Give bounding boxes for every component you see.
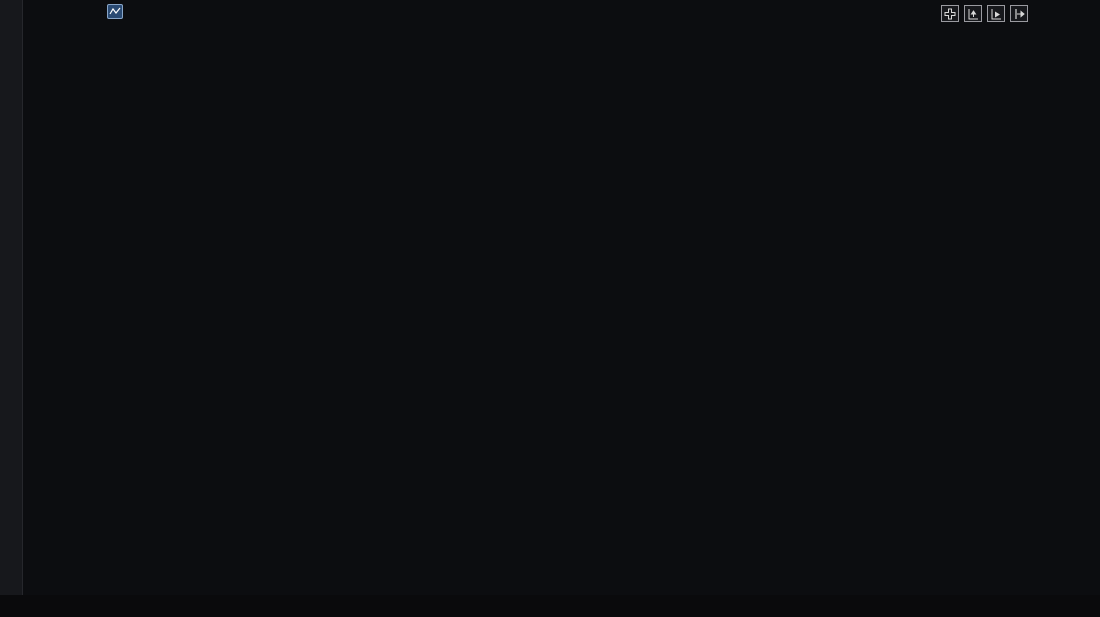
chart-header bbox=[86, 4, 151, 19]
chart-controls bbox=[941, 5, 1028, 22]
indicator-chart-icon[interactable] bbox=[107, 4, 123, 19]
shift-right-icon[interactable] bbox=[1010, 5, 1028, 22]
axis-zoom-up-icon[interactable] bbox=[964, 5, 982, 22]
axis-play-icon[interactable] bbox=[987, 5, 1005, 22]
indicator-toolbar bbox=[0, 595, 1100, 617]
crosshair-icon[interactable] bbox=[941, 5, 959, 22]
chart-type-sidebar bbox=[0, 0, 23, 595]
price-chart bbox=[0, 0, 1100, 595]
